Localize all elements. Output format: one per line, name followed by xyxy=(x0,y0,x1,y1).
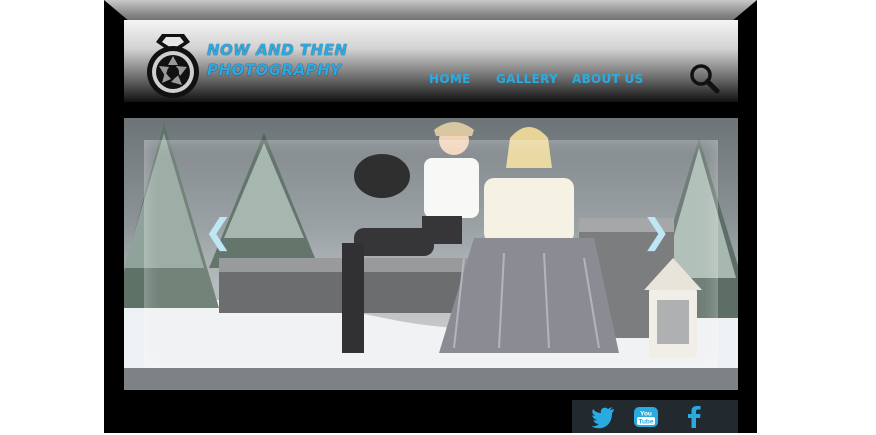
slider-next-arrow[interactable]: ❯ xyxy=(642,214,671,250)
slider-prev-arrow[interactable]: ❮ xyxy=(204,214,233,250)
camera-diamond-logo-icon[interactable] xyxy=(142,32,204,98)
facebook-icon[interactable] xyxy=(680,404,706,430)
search-icon[interactable] xyxy=(688,62,720,94)
youtube-icon[interactable]: You Tube xyxy=(633,404,659,430)
brand-line-1: NOW AND THEN xyxy=(207,41,348,59)
nav-gallery[interactable]: GALLERY xyxy=(496,72,558,86)
brand-line-2: PHOTOGRAPHY xyxy=(207,61,342,79)
site-header: NOW AND THEN PHOTOGRAPHY HOME GALLERY AB… xyxy=(124,20,738,102)
nav-about-us[interactable]: ABOUT US xyxy=(572,72,644,86)
slide-photo-children-winter xyxy=(124,122,738,390)
frame-top-bevel xyxy=(104,0,757,22)
youtube-tube-text: Tube xyxy=(638,419,653,426)
nav-home[interactable]: HOME xyxy=(429,72,471,86)
social-bar: You Tube xyxy=(572,400,738,433)
youtube-you-text: You xyxy=(640,411,652,418)
twitter-icon[interactable] xyxy=(590,404,616,430)
brand-name[interactable]: NOW AND THEN PHOTOGRAPHY xyxy=(207,40,367,80)
image-slider[interactable]: ❮ ❯ xyxy=(124,118,738,390)
